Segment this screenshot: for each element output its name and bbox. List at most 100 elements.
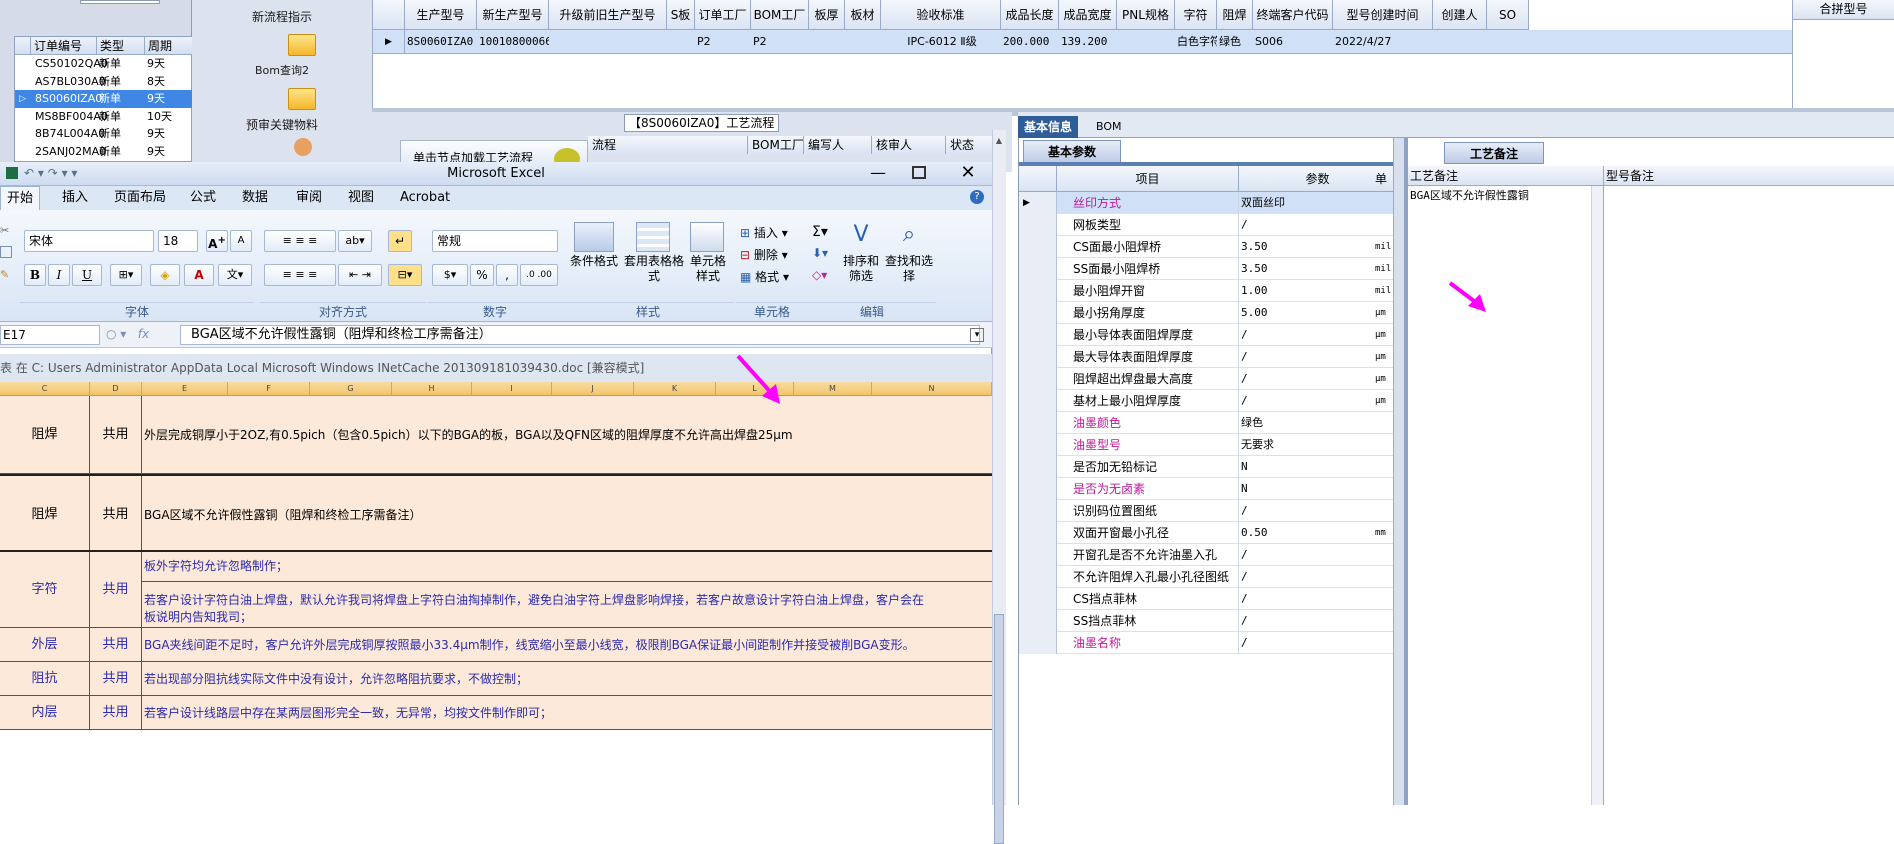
grid-cell[interactable]: 200.000 [1001, 30, 1059, 54]
grid-cell[interactable] [809, 30, 845, 54]
grid-cell[interactable]: 10010800066885 [477, 30, 549, 54]
param-row[interactable]: 开窗孔是否不允许油墨入孔 / [1019, 544, 1397, 566]
underline-icon[interactable]: U [72, 264, 102, 286]
function-icon[interactable]: ○ ▾ fx [106, 325, 174, 345]
font-size-select[interactable]: 18 [158, 230, 198, 252]
scroll-thumb[interactable] [994, 614, 1004, 844]
remark-process-text[interactable]: BGA区域不允许假性露铜 [1408, 186, 1592, 805]
name-box[interactable]: E17 [0, 325, 100, 345]
borders-icon[interactable]: ⊞▾ [110, 264, 142, 286]
column-label[interactable]: J [552, 382, 634, 396]
param-value[interactable]: / [1239, 368, 1397, 390]
column-label[interactable]: G [310, 382, 392, 396]
param-value[interactable]: / [1239, 390, 1397, 412]
param-value[interactable]: 无要求 [1239, 434, 1397, 456]
menu-tab[interactable]: 页面布局 [108, 186, 172, 210]
category-cell[interactable]: 外层 [0, 628, 90, 661]
menu-tab[interactable]: 审阅 [290, 186, 328, 210]
process-header-cell[interactable]: BOM工厂 [748, 136, 804, 154]
grid-cell[interactable]: 8S0060IZA0 [405, 30, 477, 54]
param-row[interactable]: SS面最小阻焊桥 3.50 mil [1019, 258, 1397, 280]
menu-tab[interactable]: 视图 [342, 186, 380, 210]
grid-cell[interactable]: 白色字符 [1175, 30, 1217, 54]
column-label[interactable]: E [142, 382, 228, 396]
minimize-icon[interactable]: — [868, 164, 888, 184]
shrink-font-icon[interactable]: A [230, 230, 252, 252]
fill-color-icon[interactable]: ◈ [150, 264, 180, 286]
column-label[interactable]: H [392, 382, 472, 396]
param-value[interactable]: / [1239, 500, 1397, 522]
param-row[interactable]: 是否为无卤素 N [1019, 478, 1397, 500]
param-row[interactable]: 油墨型号 无要求 [1019, 434, 1397, 456]
category-cell[interactable]: 阻焊 [0, 396, 90, 473]
menu-tab[interactable]: 开始 [0, 186, 41, 210]
remark-scrollbar[interactable] [1592, 186, 1604, 805]
conditional-format-button[interactable]: 条件格式 [562, 254, 626, 286]
vertical-scrollbar[interactable]: ▲ [992, 130, 1006, 844]
currency-icon[interactable]: $▾ [432, 264, 468, 286]
format-cells-button[interactable]: ▦ 格式 ▾ [740, 268, 800, 286]
process-header-cell[interactable]: 流程 [588, 136, 748, 154]
param-row[interactable]: 最小阻焊开窗 1.00 mil [1019, 280, 1397, 302]
grid-cell[interactable]: 139.200 [1059, 30, 1117, 54]
launcher-item-label[interactable]: 新流程指示 [192, 8, 372, 25]
sort-filter-icon[interactable]: Ⅴ [846, 222, 876, 252]
param-row[interactable]: 最小拐角厚度 5.00 μm [1019, 302, 1397, 324]
orientation-icon[interactable]: ab▾ [338, 230, 372, 252]
cell-style-icon[interactable] [690, 222, 724, 252]
param-row[interactable]: 不允许阻焊入孔最小孔径图纸 / [1019, 566, 1397, 588]
param-header-value[interactable]: 参数 [1239, 166, 1397, 192]
format-painter-icon[interactable]: ✎ [0, 268, 12, 281]
grid-cell[interactable]: P2 [695, 30, 751, 54]
grid-header-cell[interactable]: 成品宽度 [1059, 0, 1117, 30]
vertical-align-icon[interactable]: ≡ ≡ ≡ [264, 230, 336, 252]
order-row[interactable]: CS50102QA0 新单 9天 [15, 55, 193, 73]
param-value[interactable]: / [1239, 346, 1397, 368]
tab-process-remark[interactable]: 工艺备注 [1444, 142, 1544, 164]
process-header-cell[interactable]: 编写人 [804, 136, 872, 154]
param-row[interactable]: CS挡点菲林 / [1019, 588, 1397, 610]
grid-header-cell[interactable]: 板材 [845, 0, 881, 30]
column-label[interactable]: C [0, 382, 90, 396]
grid-cell[interactable] [549, 30, 667, 54]
param-row[interactable]: 是否加无铅标记 N [1019, 456, 1397, 478]
scroll-up-icon[interactable]: ▲ [994, 136, 1004, 146]
grid-cell[interactable] [1433, 30, 1487, 54]
param-row[interactable]: SS挡点菲林 / [1019, 610, 1397, 632]
percent-icon[interactable]: % [470, 264, 494, 286]
param-row[interactable]: CS面最小阻焊桥 3.50 mil [1019, 236, 1397, 258]
scope-cell[interactable]: 共用 [90, 628, 142, 661]
category-cell[interactable]: 阻抗 [0, 662, 90, 695]
category-cell[interactable]: 阻焊 [0, 476, 90, 550]
param-value[interactable]: / [1239, 588, 1397, 610]
param-value[interactable]: 绿色 [1239, 412, 1397, 434]
grid-cell[interactable] [667, 30, 695, 54]
fill-icon[interactable]: ⬇▾ [812, 246, 836, 264]
description-cell[interactable]: 外层完成铜厚小于2OZ,有0.5pich（包含0.5pich）以下的BGA的板，… [142, 396, 992, 473]
scope-cell[interactable]: 共用 [90, 552, 142, 627]
close-icon[interactable]: ✕ [958, 162, 978, 184]
grid-cell[interactable]: 2022/4/27 [1333, 30, 1433, 54]
tab-basic-info[interactable]: 基本信息 [1018, 116, 1079, 138]
param-value[interactable]: 5.00 [1239, 302, 1397, 324]
grid-header-cell[interactable]: BOM工厂 [751, 0, 809, 30]
grid-header-cell[interactable]: 新生产型号 [477, 0, 549, 30]
product-grid-row[interactable]: ▶ 8S0060IZA010010800066885 P2P2 IPC-6012 Ⅱ… [373, 30, 1793, 54]
order-header-cycle[interactable]: 周期 [145, 37, 193, 55]
menu-tab[interactable]: 数据 [236, 186, 274, 210]
grid-header-cell[interactable]: 型号创建时间 [1333, 0, 1433, 30]
sheet-row[interactable]: 阻抗 共用 若出现部分阻抗线实际文件中没有设计，允许忽略阻抗要求，不做控制； [0, 662, 992, 696]
description-cell[interactable]: BGA夹线间距不足时，客户允许外层完成铜厚按照最小33.4μm制作，线宽缩小至最… [142, 628, 992, 661]
description-cell[interactable]: 若出现部分阻抗线实际文件中没有设计，允许忽略阻抗要求，不做控制； [142, 662, 992, 695]
help-icon[interactable]: ? [970, 190, 984, 204]
grid-header-cell[interactable]: 字符 [1175, 0, 1217, 30]
phonetic-icon[interactable]: 文▾ [218, 264, 252, 286]
scope-cell[interactable]: 共用 [90, 476, 142, 550]
scope-cell[interactable]: 共用 [90, 662, 142, 695]
order-header-id[interactable]: 订单编号 [31, 37, 97, 55]
table-format-button[interactable]: 套用表格格式 [624, 254, 684, 286]
sheet-row[interactable]: 阻焊 共用 外层完成铜厚小于2OZ,有0.5pich（包含0.5pich）以下的BG… [0, 396, 992, 474]
param-row[interactable]: 油墨名称 / [1019, 632, 1397, 654]
font-name-select[interactable]: 宋体 [24, 230, 154, 252]
param-value[interactable]: 3.50 [1239, 236, 1397, 258]
